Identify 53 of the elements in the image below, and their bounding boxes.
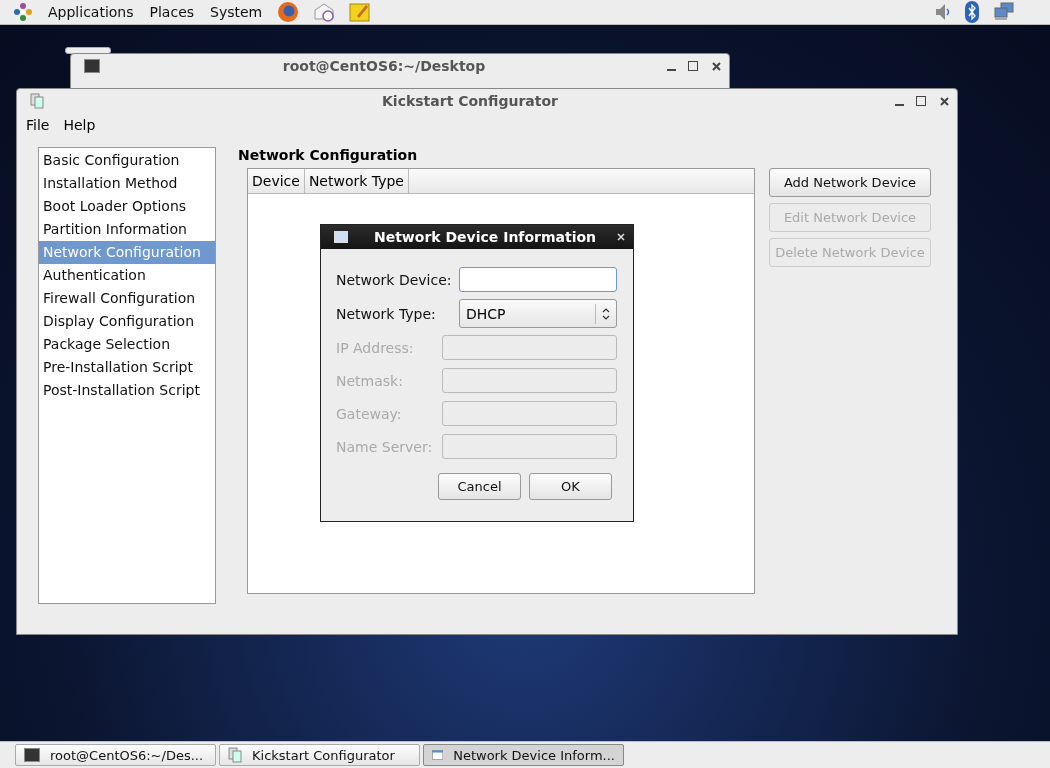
field-label: Netmask: bbox=[336, 372, 403, 389]
sidebar-item[interactable]: Display Configuration bbox=[39, 310, 215, 333]
sidebar-item[interactable]: Package Selection bbox=[39, 333, 215, 356]
menu-item[interactable]: File bbox=[21, 115, 55, 135]
up-down-arrows-icon bbox=[602, 307, 610, 320]
window-title: Kickstart Configurator bbox=[381, 93, 559, 109]
sidebar-item[interactable]: Authentication bbox=[39, 264, 215, 287]
window-icon bbox=[334, 231, 348, 243]
window-title: root@CentOS6:~/Desktop bbox=[281, 58, 487, 74]
taskbar-item[interactable]: Network Device Inform... bbox=[423, 744, 624, 766]
app-icon bbox=[30, 93, 44, 109]
terminal-icon bbox=[84, 59, 100, 73]
taskbar-item[interactable]: Kickstart Configurator bbox=[219, 744, 420, 766]
dialog-button[interactable]: Cancel bbox=[438, 473, 521, 500]
dialog-button[interactable]: OK bbox=[529, 473, 612, 500]
panel-menu[interactable]: Applications bbox=[42, 4, 140, 20]
sidebar-item[interactable]: Basic Configuration bbox=[39, 149, 215, 172]
panel-menu[interactable]: System bbox=[204, 4, 269, 20]
field-label: IP Address: bbox=[336, 339, 414, 356]
bluetooth-icon[interactable] bbox=[965, 1, 979, 23]
column-header[interactable]: Network Type bbox=[304, 169, 409, 193]
browser-globe-icon[interactable] bbox=[277, 1, 300, 23]
column-header[interactable]: Device bbox=[248, 169, 305, 193]
flower-logo-icon[interactable] bbox=[13, 2, 33, 22]
close-icon[interactable] bbox=[712, 61, 721, 71]
network-computers-icon[interactable] bbox=[993, 2, 1015, 22]
speaker-icon[interactable] bbox=[935, 2, 951, 22]
menu-item[interactable]: Help bbox=[58, 115, 101, 135]
sidebar-item[interactable]: Post-Installation Script bbox=[39, 379, 215, 402]
sidebar-item[interactable]: Partition Information bbox=[39, 218, 215, 241]
sidebar-item[interactable]: Firewall Configuration bbox=[39, 287, 215, 310]
sidebar-item[interactable]: Installation Method bbox=[39, 172, 215, 195]
terminal-icon bbox=[24, 748, 40, 762]
app-icon bbox=[228, 747, 242, 763]
notepad-pencil-icon[interactable] bbox=[349, 1, 372, 23]
network-type-dropdown[interactable]: DHCP bbox=[459, 299, 617, 328]
maximize-icon[interactable] bbox=[688, 61, 698, 71]
field-label: Network Device: bbox=[336, 271, 452, 288]
field-label: Network Type: bbox=[336, 305, 436, 322]
field-label: Name Server: bbox=[336, 438, 433, 455]
taskbar-item[interactable]: root@CentOS6:~/Des... bbox=[15, 744, 216, 766]
sidebar-item[interactable]: Pre-Installation Script bbox=[39, 356, 215, 379]
input-field[interactable] bbox=[459, 267, 617, 292]
sidebar-item[interactable]: Boot Loader Options bbox=[39, 195, 215, 218]
mail-clock-icon[interactable] bbox=[313, 1, 336, 23]
section-title: Network Configuration bbox=[238, 147, 419, 163]
device-button[interactable]: Add Network Device bbox=[769, 168, 931, 197]
window-icon bbox=[432, 748, 444, 762]
close-icon[interactable] bbox=[940, 96, 949, 106]
panel-menu[interactable]: Places bbox=[143, 4, 201, 20]
maximize-icon[interactable] bbox=[916, 96, 926, 106]
field-label: Gateway: bbox=[336, 405, 402, 422]
dialog-title: Network Device Information bbox=[372, 229, 598, 245]
